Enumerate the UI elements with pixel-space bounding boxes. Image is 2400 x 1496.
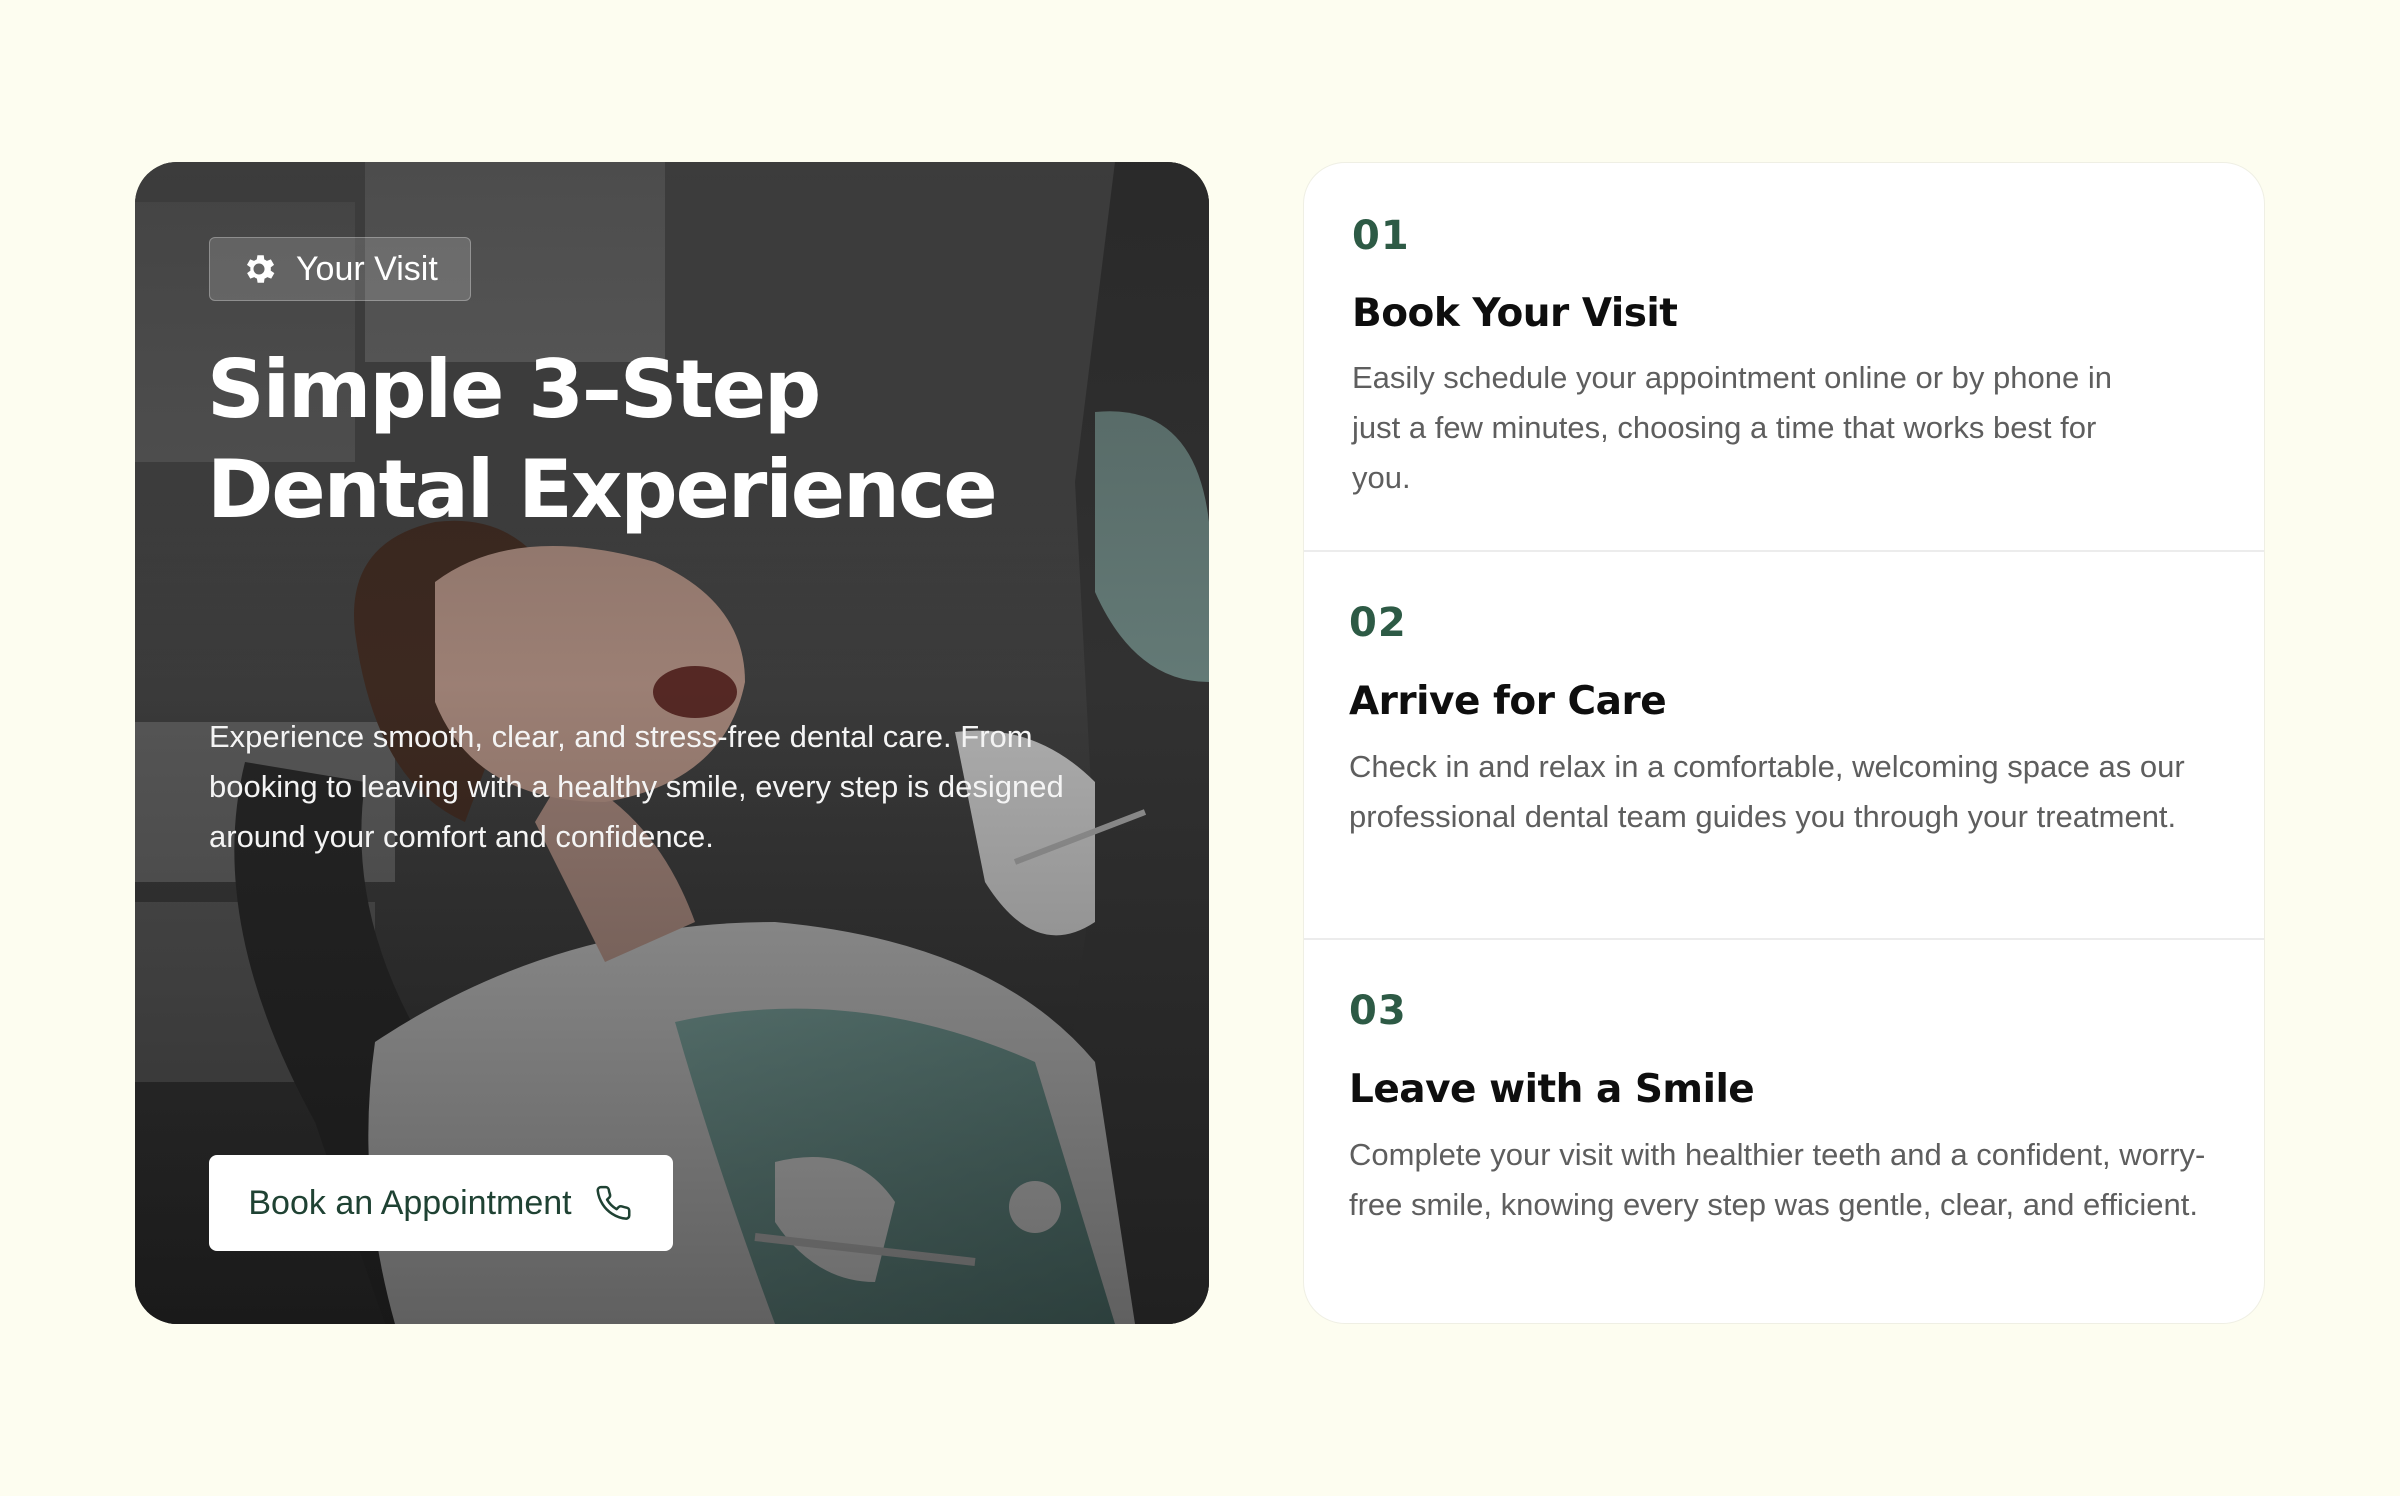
step-number: 03 [1349, 988, 1407, 1034]
step-title: Arrive for Care [1349, 679, 1667, 724]
step-title: Leave with a Smile [1349, 1067, 1755, 1112]
hero-card: Your Visit Simple 3–Step Dental Experien… [135, 162, 1209, 1324]
hero-description: Experience smooth, clear, and stress-fre… [209, 719, 1064, 854]
visit-steps-section: Your Visit Simple 3–Step Dental Experien… [135, 162, 2265, 1324]
book-appointment-label: Book an Appointment [248, 1183, 572, 1222]
badge-label: Your Visit [296, 249, 438, 288]
step-title: Book Your Visit [1352, 291, 1678, 336]
step-description: Complete your visit with healthier teeth… [1349, 1137, 2206, 1222]
step-description: Easily schedule your appointment online … [1352, 360, 2112, 495]
section-badge: Your Visit [209, 237, 471, 301]
gear-icon [246, 255, 275, 283]
step-item-1: 01 Book Your Visit Easily schedule your … [1304, 163, 2264, 550]
step-number: 02 [1349, 600, 1407, 646]
step-description: Check in and relax in a comfortable, wel… [1349, 749, 2185, 834]
step-number: 01 [1352, 213, 1410, 259]
hero-title: Simple 3–Step Dental Experience [207, 343, 998, 536]
phone-icon [596, 1185, 631, 1220]
step-item-2: 02 Arrive for Care Check in and relax in… [1304, 550, 2264, 938]
step-item-3: 03 Leave with a Smile Complete your visi… [1304, 938, 2264, 1323]
steps-card: 01 Book Your Visit Easily schedule your … [1303, 162, 2265, 1324]
book-appointment-button[interactable]: Book an Appointment [209, 1155, 673, 1251]
